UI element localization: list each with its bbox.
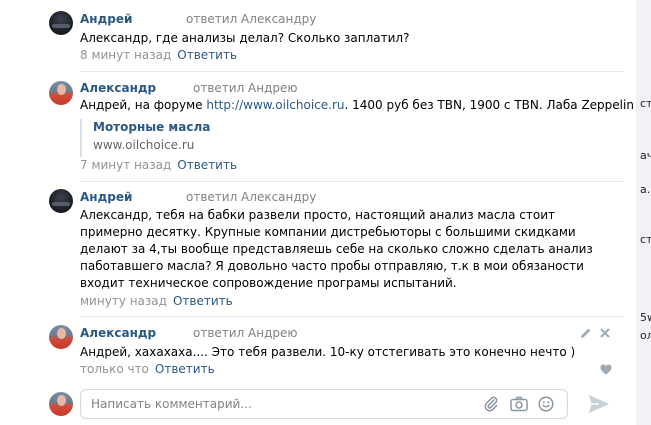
comment-link[interactable]: http://www.oilchoice.ru [206,98,344,112]
background-text: 5w [640,311,651,324]
like-icon[interactable] [600,364,612,378]
avatar[interactable] [49,325,73,349]
send-icon[interactable] [588,394,610,414]
comment-author[interactable]: Андрей [80,190,132,204]
comment-meta: 7 минут назад Ответить [80,158,237,172]
comment-input[interactable] [91,395,471,413]
comment-meta: 8 минут назад Ответить [80,48,237,62]
attachment-title[interactable]: Моторные масла [93,120,210,134]
background-text: ст [640,97,651,110]
background-text: aч [640,149,651,162]
background-text: a. [640,183,651,196]
comment-author[interactable]: Александр [80,81,156,95]
reply-button[interactable]: Ответить [177,48,237,62]
divider [80,316,624,317]
comment-composer[interactable] [80,389,568,419]
avatar[interactable] [49,11,73,35]
edit-icon[interactable] [580,327,592,342]
background-page-edge: ст aч a. ст 5w ол [636,0,651,425]
background-text: ол [640,329,651,342]
reply-to-label[interactable]: ответил Александру [186,12,316,26]
background-text: ст [640,233,651,246]
reply-to-label[interactable]: ответил Андрею [193,326,298,340]
reply-button[interactable]: Ответить [177,158,237,172]
attach-icon[interactable] [483,396,499,412]
comment-text: Андрей, хахахаха.... Это тебя развели. 1… [80,345,576,359]
comments-panel: Андрей ответил Александру Александр, где… [0,0,636,425]
link-attachment[interactable]: Моторные масла www.oilchoice.ru [80,119,382,157]
avatar[interactable] [49,189,73,213]
comment-text: Александр, тебя на бабки развели просто,… [80,208,593,290]
avatar[interactable] [49,81,73,105]
reply-to-label[interactable]: ответил Андрею [193,81,298,95]
my-avatar[interactable] [49,392,73,416]
comment-text: Андрей, на форуме http://www.oilchoice.r… [80,97,634,114]
comment-time[interactable]: 8 минут назад [80,48,171,62]
comment-text-prefix: Андрей, на форуме [80,98,207,112]
comment-text-suffix: . 1400 руб без TBN, 1900 с TBN. Лаба Zep… [344,98,634,112]
comment-author[interactable]: Андрей [80,12,132,26]
comment-time[interactable]: 7 минут назад [80,158,171,172]
reply-button[interactable]: Ответить [173,294,233,308]
delete-icon[interactable] [599,327,611,342]
comment-time[interactable]: минуту назад [80,294,167,308]
comment-text: Александр, где анализы делал? Сколько за… [80,31,410,45]
reply-button[interactable]: Ответить [155,362,215,376]
comment-meta: минуту назад Ответить [80,294,233,308]
divider [80,71,624,72]
attachment-url[interactable]: www.oilchoice.ru [93,138,194,152]
comment-meta: только что Ответить [80,362,215,376]
comment-author[interactable]: Александр [80,326,156,340]
reply-to-label[interactable]: ответил Александру [186,190,316,204]
smile-icon[interactable] [538,396,554,412]
camera-icon[interactable] [510,396,528,412]
comment-time[interactable]: только что [80,362,149,376]
divider [80,181,624,182]
